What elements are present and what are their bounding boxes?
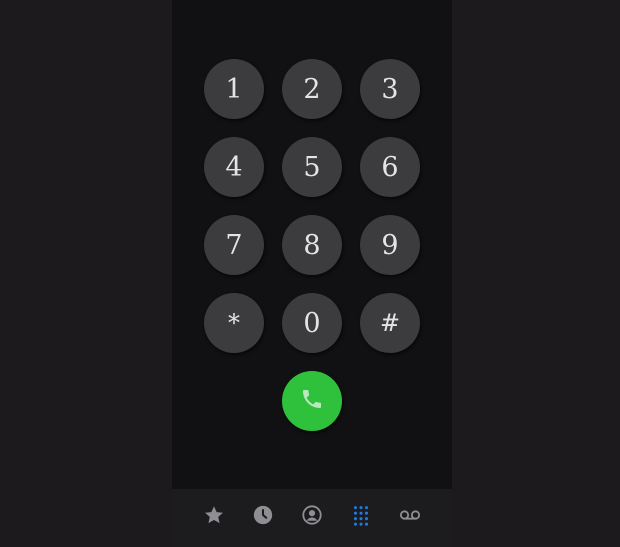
key-star[interactable]: * [204,293,264,353]
tab-favorites[interactable] [201,504,227,530]
voicemail-icon [398,504,422,531]
contact-icon [301,504,323,531]
key-3[interactable]: 3 [360,59,420,119]
star-icon [203,504,225,531]
key-5[interactable]: 5 [282,137,342,197]
key-9[interactable]: 9 [360,215,420,275]
key-hash[interactable]: # [360,293,420,353]
tab-contacts[interactable] [299,504,325,530]
key-2[interactable]: 2 [282,59,342,119]
bottom-tab-bar [172,489,452,547]
phone-screen: 1 2 3 4 5 6 7 8 9 * 0 # [172,0,452,547]
tab-recents[interactable] [250,504,276,530]
key-1[interactable]: 1 [204,59,264,119]
clock-icon [252,504,274,531]
key-8[interactable]: 8 [282,215,342,275]
phone-icon [300,387,324,416]
tab-voicemail[interactable] [397,504,423,530]
key-6[interactable]: 6 [360,137,420,197]
keypad-icon [350,504,372,531]
key-0[interactable]: 0 [282,293,342,353]
key-4[interactable]: 4 [204,137,264,197]
dial-keypad: 1 2 3 4 5 6 7 8 9 * 0 # [204,59,420,353]
tab-keypad[interactable] [348,504,374,530]
key-7[interactable]: 7 [204,215,264,275]
call-button[interactable] [282,371,342,431]
